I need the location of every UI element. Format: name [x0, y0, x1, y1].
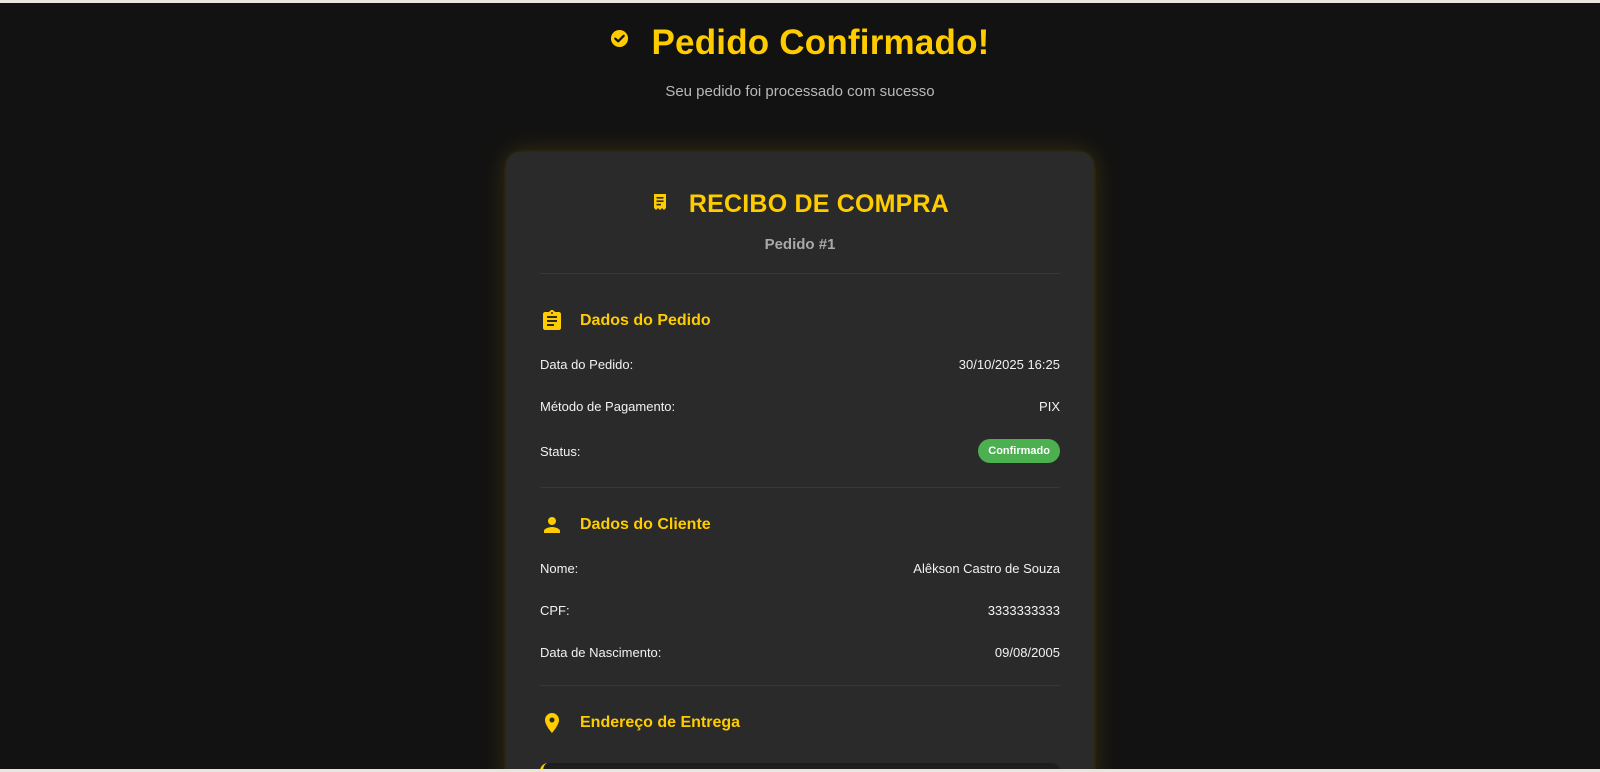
address-section-title-text: Endereço de Entrega — [580, 714, 741, 731]
divider — [540, 487, 1060, 488]
page-title: Pedido Confirmado! — [610, 23, 989, 63]
status-row: Status: Confirmado — [540, 438, 1060, 464]
cpf-row: CPF: 3333333333 — [540, 597, 1060, 623]
payment-method-value: PIX — [1039, 398, 1060, 414]
receipt-title: RECIBO DE COMPRA — [651, 190, 949, 219]
order-section-title: Dados do Pedido — [540, 309, 711, 333]
birth-date-row: Data de Nascimento: 09/08/2005 — [540, 639, 1060, 665]
divider — [540, 685, 1060, 686]
client-section-title-text: Dados do Cliente — [580, 516, 711, 533]
order-number: Pedido #1 — [764, 236, 836, 253]
client-section-title: Dados do Cliente — [540, 513, 711, 537]
client-name-value: Alêkson Castro de Souza — [913, 560, 1060, 576]
map-pin-icon — [545, 713, 559, 733]
order-section-title-text: Dados do Pedido — [580, 312, 711, 329]
cpf-value: 3333333333 — [987, 602, 1060, 618]
page-title-text: Pedido Confirmado! — [651, 23, 990, 62]
client-name-label: Nome: — [540, 560, 579, 576]
address-section-title: Endereço de Entrega — [540, 711, 740, 735]
birth-date-label: Data de Nascimento: — [540, 644, 662, 660]
order-date-label: Data do Pedido: — [540, 356, 634, 372]
cpf-label: CPF: — [540, 602, 570, 618]
order-date-value: 30/10/2025 16:25 — [958, 356, 1060, 372]
client-name-row: Nome: Alêkson Castro de Souza — [540, 555, 1060, 581]
page: Pedido Confirmado! Seu pedido foi proces… — [0, 3, 1600, 769]
confirmation-header: Pedido Confirmado! Seu pedido foi proces… — [0, 23, 1600, 100]
user-icon — [544, 517, 560, 533]
receipt-card: RECIBO DE COMPRA Pedido #1 Dados do Pedi… — [506, 152, 1094, 769]
page-subtitle: Seu pedido foi processado com sucesso — [665, 83, 935, 100]
receipt-icon — [653, 193, 666, 210]
order-date-row: Data do Pedido: 30/10/2025 16:25 — [540, 351, 1060, 377]
status-label: Status: — [540, 443, 581, 459]
check-circle-icon — [611, 29, 629, 47]
payment-method-label: Método de Pagamento: — [540, 398, 676, 414]
status-badge: Confirmado — [978, 439, 1060, 463]
receipt-header: RECIBO DE COMPRA Pedido #1 — [506, 190, 1094, 253]
birth-date-value: 09/08/2005 — [994, 644, 1060, 660]
receipt-title-text: RECIBO DE COMPRA — [688, 190, 950, 218]
clipboard-icon — [543, 310, 561, 330]
payment-method-row: Método de Pagamento: PIX — [540, 393, 1060, 419]
divider — [540, 273, 1060, 274]
